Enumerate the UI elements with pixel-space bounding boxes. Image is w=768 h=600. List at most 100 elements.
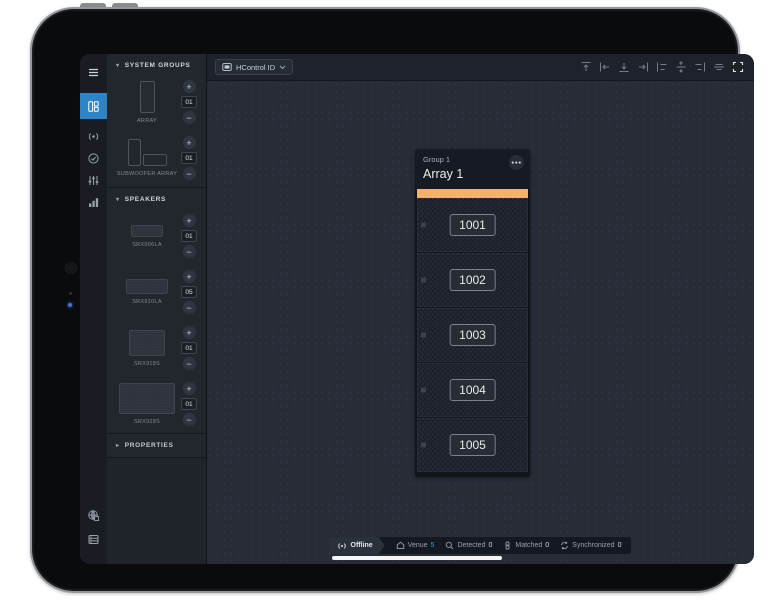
module-id-badge: 1005 — [449, 434, 496, 456]
connection-status-badge[interactable]: Offline — [330, 537, 385, 554]
subwoofer-count-stepper: + 01 − — [178, 136, 200, 180]
card-menu-button[interactable]: ●●● — [509, 155, 524, 170]
palette-item-label: SUBWOOFER ARRAY — [117, 171, 177, 177]
caret-right-icon: ▸ — [116, 442, 120, 449]
section-properties[interactable]: ▸ PROPERTIES — [107, 433, 206, 457]
align-bottom-icon — [618, 61, 630, 73]
chevron-down-icon — [279, 65, 286, 70]
increment-button[interactable]: + — [183, 326, 196, 339]
srx918s-count-stepper: + 01 − — [178, 326, 200, 370]
section-title: SYSTEM GROUPS — [125, 62, 191, 69]
increment-button[interactable]: + — [183, 270, 196, 283]
align-right-icon — [637, 61, 649, 73]
palette-item-srx928s[interactable]: SRX928S + 01 − — [107, 377, 206, 433]
menu-button[interactable] — [80, 61, 107, 83]
fit-view-button[interactable] — [731, 61, 744, 74]
decrement-button[interactable]: − — [183, 111, 196, 124]
distribute-vertical-button[interactable] — [674, 61, 687, 74]
levels-icon — [87, 196, 100, 209]
tab-check[interactable] — [80, 147, 107, 169]
decrement-button[interactable]: − — [183, 301, 196, 314]
palette-item-srx918s[interactable]: SRX918S + 01 − — [107, 321, 206, 377]
align-center-horizontal-button[interactable] — [712, 61, 725, 74]
globe-icon — [87, 509, 100, 522]
align-top-icon — [580, 61, 592, 73]
speaker-shape-icon — [129, 330, 165, 356]
module-pin — [421, 223, 426, 228]
status-bar: Offline Venue 5 Detected 0 — [330, 537, 632, 554]
group-card[interactable]: Group 1 Array 1 ●●● 1001 1002 — [415, 149, 530, 477]
module-stack: 1001 1002 1003 1004 — [417, 198, 528, 472]
rack-button[interactable] — [80, 528, 107, 550]
module-id-badge: 1001 — [449, 214, 496, 236]
array-count-stepper: + 01 − — [178, 80, 200, 124]
align-right-button[interactable] — [636, 61, 649, 74]
speaker-module[interactable]: 1003 — [417, 308, 528, 362]
distribute-vertical-icon — [675, 61, 687, 73]
rack-icon — [87, 533, 100, 546]
decrement-button[interactable]: − — [183, 245, 196, 258]
decrement-button[interactable]: − — [183, 413, 196, 426]
microphone-dot — [69, 292, 72, 295]
tab-array-design[interactable] — [80, 93, 107, 119]
module-id-badge: 1004 — [449, 379, 496, 401]
wireless-icon — [337, 541, 347, 551]
distribute-left-button[interactable] — [655, 61, 668, 74]
palette-item-subwoofer-array[interactable]: SUBWOOFER ARRAY + 01 − — [107, 131, 206, 187]
srx928s-count-stepper: + 01 − — [178, 382, 200, 426]
palette-item-label: SRX910LA — [132, 299, 162, 305]
align-top-button[interactable] — [579, 61, 592, 74]
count-value: 01 — [181, 398, 197, 410]
venue-status: Venue 5 — [396, 541, 435, 550]
status-led — [68, 303, 72, 307]
section-speakers[interactable]: ▾ SPEAKERS — [107, 188, 206, 209]
increment-button[interactable]: + — [183, 136, 196, 149]
menu-icon — [87, 66, 100, 79]
tablet-frame: ▾ SYSTEM GROUPS ARRAY + 01 − — [30, 7, 740, 593]
palette-item-array[interactable]: ARRAY + 01 − — [107, 75, 206, 131]
tuning-sliders-icon — [87, 174, 100, 187]
align-left-icon — [599, 61, 611, 73]
palette-item-label: SRX918S — [134, 361, 160, 367]
speaker-module[interactable]: 1002 — [417, 253, 528, 307]
palette-item-label: SRX928S — [134, 419, 160, 425]
caret-down-icon: ▾ — [116, 196, 120, 203]
speaker-module[interactable]: 1001 — [417, 198, 528, 252]
label-mode-select[interactable]: HControl ID — [215, 59, 293, 75]
home-indicator-handle[interactable] — [332, 556, 502, 560]
connection-label: Offline — [351, 542, 373, 549]
speaker-module[interactable]: 1005 — [417, 418, 528, 472]
section-system-groups[interactable]: ▾ SYSTEM GROUPS — [107, 54, 206, 75]
design-canvas[interactable]: Group 1 Array 1 ●●● 1001 1002 — [207, 81, 754, 564]
tab-levels[interactable] — [80, 191, 107, 213]
increment-button[interactable]: + — [183, 382, 196, 395]
app-screen: ▾ SYSTEM GROUPS ARRAY + 01 − — [80, 54, 754, 564]
tab-tuning[interactable] — [80, 169, 107, 191]
array-shape-icon — [140, 81, 155, 113]
module-id-badge: 1003 — [449, 324, 496, 346]
speaker-shape-icon — [119, 383, 175, 414]
align-bottom-button[interactable] — [617, 61, 630, 74]
group-label: Group 1 — [423, 155, 522, 164]
decrement-button[interactable]: − — [183, 167, 196, 180]
distribute-right-icon — [694, 61, 706, 73]
decrement-button[interactable]: − — [183, 357, 196, 370]
broadcast-icon — [87, 130, 100, 143]
synchronized-status: Synchronized 0 — [560, 541, 621, 550]
palette-item-srx910la[interactable]: SRX910LA + 05 − — [107, 265, 206, 321]
tab-broadcast[interactable] — [80, 125, 107, 147]
palette-item-label: ARRAY — [137, 118, 157, 124]
top-toolbar: HControl ID — [207, 54, 754, 81]
increment-button[interactable]: + — [183, 80, 196, 93]
distribute-right-button[interactable] — [693, 61, 706, 74]
globe-button[interactable] — [80, 504, 107, 526]
align-left-button[interactable] — [598, 61, 611, 74]
group-card-header: Group 1 Array 1 ●●● — [415, 149, 530, 189]
speaker-module[interactable]: 1004 — [417, 363, 528, 417]
matched-label: Matched — [515, 542, 542, 549]
venue-icon — [396, 541, 405, 550]
palette-item-srx906la[interactable]: SRX906LA + 01 − — [107, 209, 206, 265]
palette-sidebar: ▾ SYSTEM GROUPS ARRAY + 01 − — [107, 54, 207, 564]
increment-button[interactable]: + — [183, 214, 196, 227]
alignment-toolbar — [579, 61, 754, 74]
